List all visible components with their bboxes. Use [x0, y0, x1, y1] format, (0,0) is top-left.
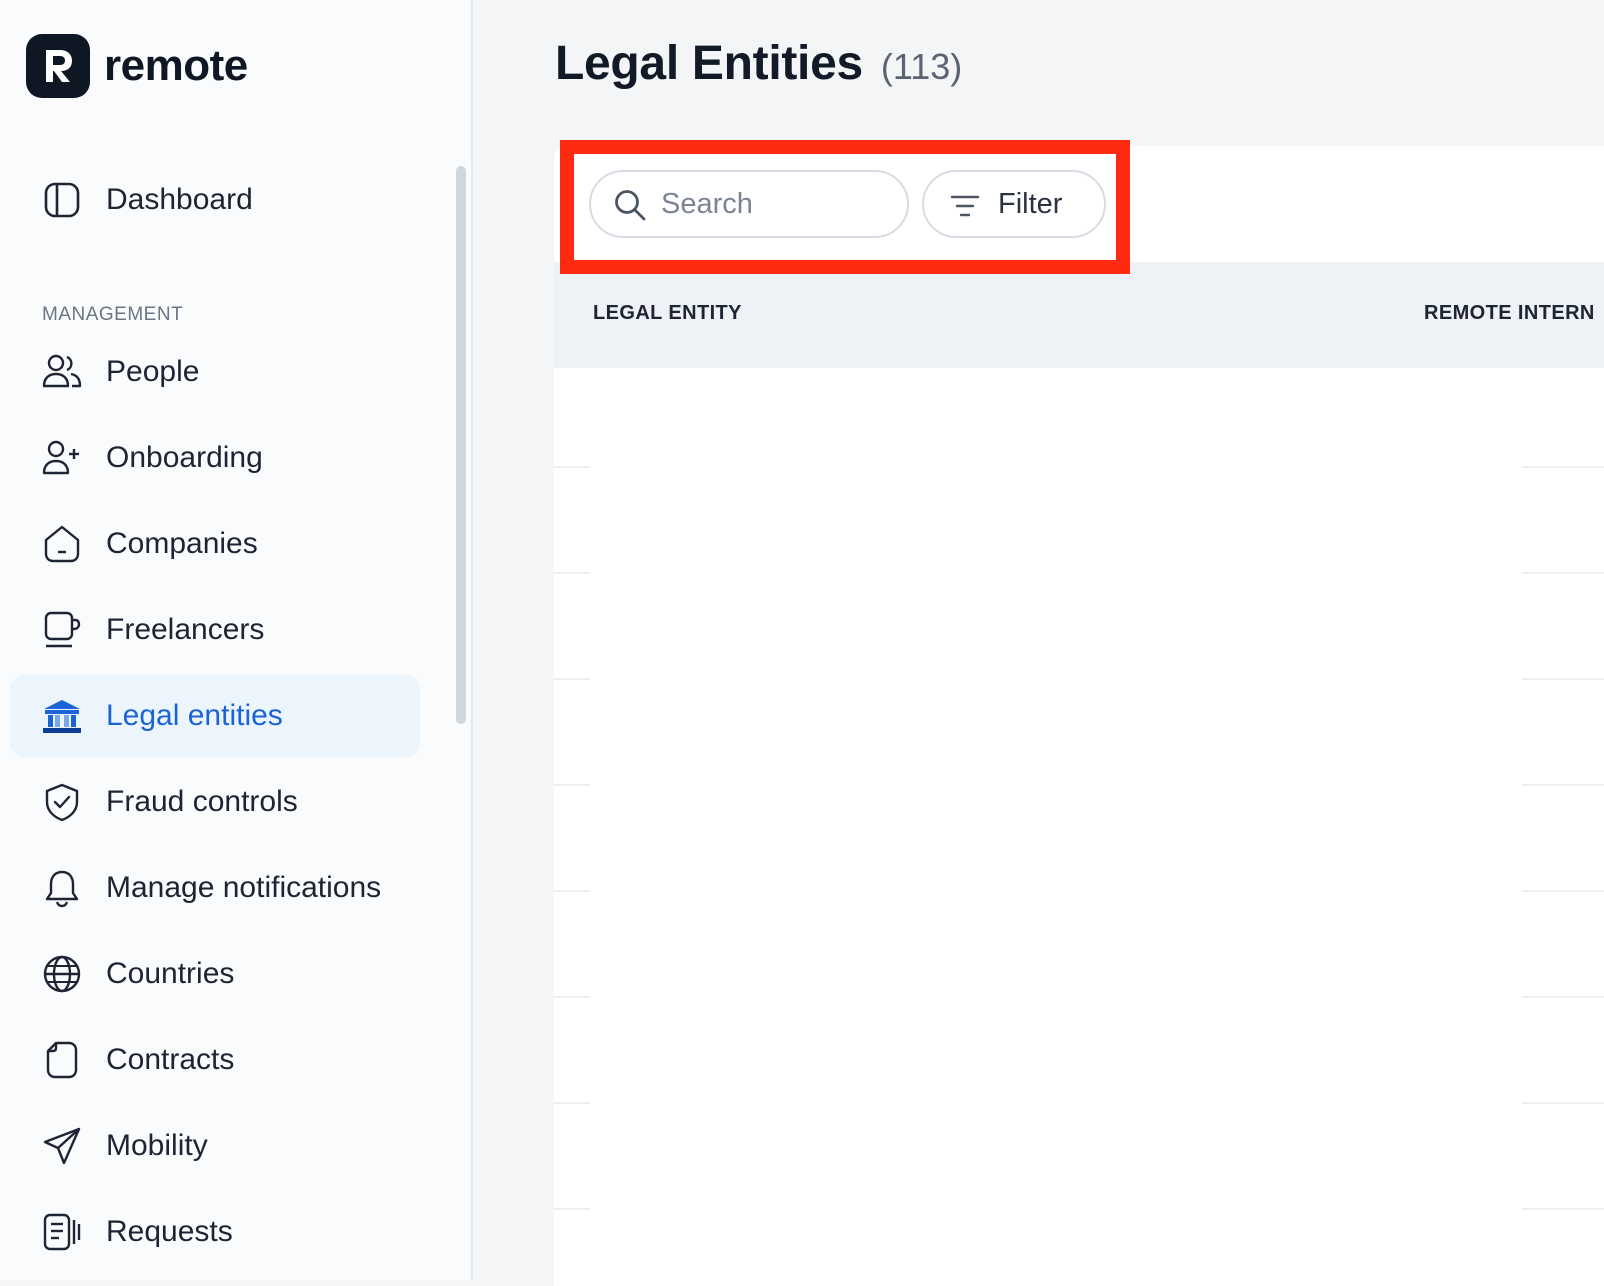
sidebar-item-contracts[interactable]: Contracts	[10, 1019, 420, 1101]
sidebar: remote Dashboard MANAGEMENT People Onboa…	[0, 0, 473, 1280]
table-row-divider	[554, 1208, 590, 1210]
section-label-management: MANAGEMENT	[42, 304, 184, 325]
sidebar-item-label: Onboarding	[106, 441, 263, 474]
main-content: Legal Entities (113) Filter LE	[475, 0, 1604, 1286]
sidebar-item-companies[interactable]: Companies	[10, 503, 420, 585]
table-row-divider	[1522, 1102, 1604, 1104]
page-title-text: Legal Entities	[555, 37, 863, 90]
table-row-divider	[554, 1102, 590, 1104]
sidebar-item-label: Mobility	[106, 1129, 208, 1162]
sidebar-item-label: Legal entities	[106, 699, 283, 732]
companies-icon	[42, 524, 82, 564]
filter-button[interactable]: Filter	[922, 170, 1106, 238]
table-row-divider	[1522, 784, 1604, 786]
table-row-divider	[1522, 996, 1604, 998]
people-icon	[42, 352, 82, 392]
page-title: Legal Entities (113)	[555, 36, 962, 91]
document-icon	[42, 1040, 82, 1080]
sidebar-item-countries[interactable]: Countries	[10, 933, 420, 1015]
table-row-divider	[1522, 1208, 1604, 1210]
globe-icon	[42, 954, 82, 994]
paper-plane-icon	[42, 1126, 82, 1166]
column-header-remote-internal[interactable]: REMOTE INTERN	[1424, 302, 1595, 325]
table-header: LEGAL ENTITY REMOTE INTERN	[554, 262, 1604, 368]
sidebar-item-legal-entities[interactable]: Legal entities	[10, 675, 420, 757]
table-row-divider	[1522, 890, 1604, 892]
dashboard-icon	[42, 180, 82, 220]
sidebar-item-label: Contracts	[106, 1043, 235, 1076]
brand-logo[interactable]: remote	[26, 34, 248, 98]
table-row-divider	[554, 996, 590, 998]
table-row-divider	[1522, 572, 1604, 574]
sidebar-item-label: Fraud controls	[106, 785, 298, 818]
table-toolbar: Filter	[554, 146, 1604, 262]
legal-entities-icon	[42, 696, 82, 736]
shield-check-icon	[42, 782, 82, 822]
legal-entities-table-card: Filter LEGAL ENTITY REMOTE INTERN	[554, 146, 1604, 1286]
sidebar-item-mobility[interactable]: Mobility	[10, 1105, 420, 1187]
table-row-divider	[554, 784, 590, 786]
sidebar-item-label: Freelancers	[106, 613, 265, 646]
sidebar-item-requests[interactable]: Requests	[10, 1191, 420, 1273]
search-field[interactable]	[589, 170, 909, 238]
table-row-divider	[554, 678, 590, 680]
sidebar-item-dashboard[interactable]: Dashboard	[10, 159, 420, 241]
sidebar-item-freelancers[interactable]: Freelancers	[10, 589, 420, 671]
bell-icon	[42, 868, 82, 908]
table-row-divider	[554, 890, 590, 892]
entity-count: (113)	[880, 46, 963, 87]
sidebar-item-label: Companies	[106, 527, 258, 560]
table-row-divider	[1522, 678, 1604, 680]
table-row-divider	[554, 572, 590, 574]
sidebar-item-label: Dashboard	[106, 183, 253, 216]
requests-icon	[42, 1212, 82, 1252]
sidebar-item-label: Manage notifications	[106, 871, 382, 904]
brand-name: remote	[104, 41, 248, 90]
filter-button-label: Filter	[998, 187, 1063, 220]
sidebar-item-people[interactable]: People	[10, 331, 420, 413]
freelancers-icon	[42, 610, 82, 650]
sidebar-item-label: Requests	[106, 1215, 233, 1248]
sidebar-item-label: People	[106, 355, 200, 388]
remote-logo-icon	[26, 34, 90, 98]
table-row-divider	[554, 466, 590, 468]
search-icon	[615, 190, 646, 221]
sidebar-scrollbar[interactable]	[456, 166, 466, 724]
sidebar-item-fraud-controls[interactable]: Fraud controls	[10, 761, 420, 843]
table-row-divider	[1522, 466, 1604, 468]
sidebar-item-label: Countries	[106, 957, 235, 990]
sidebar-item-manage-notifications[interactable]: Manage notifications	[10, 847, 420, 929]
column-header-legal-entity[interactable]: LEGAL ENTITY	[593, 302, 742, 325]
search-input[interactable]	[659, 184, 889, 224]
onboarding-icon	[42, 438, 82, 478]
sidebar-item-onboarding[interactable]: Onboarding	[10, 417, 420, 499]
filter-icon	[950, 195, 980, 217]
